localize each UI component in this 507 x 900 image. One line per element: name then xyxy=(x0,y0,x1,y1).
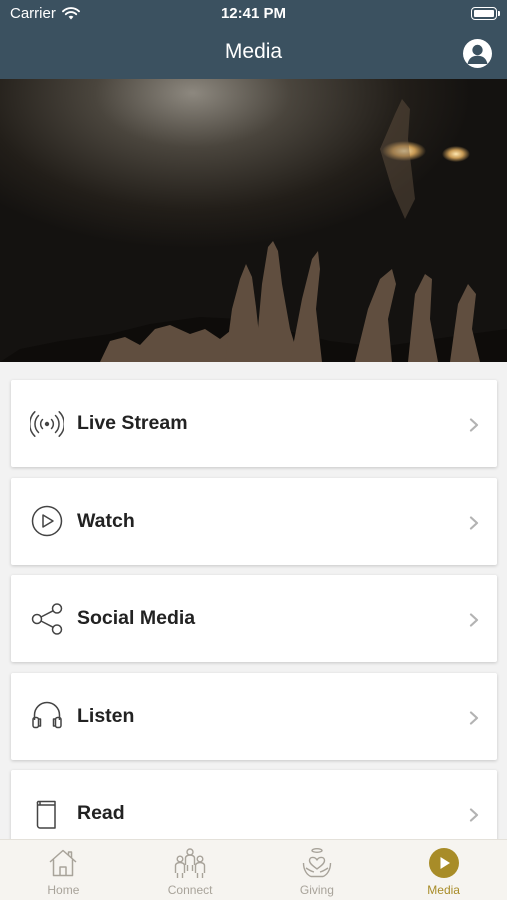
tab-media-label: Media xyxy=(427,883,460,897)
navigation-bar: Media xyxy=(0,28,507,79)
media-play-icon xyxy=(427,846,461,880)
chevron-right-icon xyxy=(469,515,479,530)
profile-button[interactable] xyxy=(463,39,492,68)
tab-connect-label: Connect xyxy=(167,883,213,897)
media-menu: Live Stream Watch Social Media Listen Re… xyxy=(11,380,497,868)
tab-home-label: Home xyxy=(47,883,80,897)
page-title: Media xyxy=(224,40,283,63)
tab-connect[interactable]: Connect xyxy=(127,840,254,900)
read-label: Read xyxy=(77,802,125,824)
chevron-right-icon xyxy=(469,710,479,725)
tab-giving-label: Giving xyxy=(299,883,334,897)
social-media-label: Social Media xyxy=(77,607,196,629)
share-icon xyxy=(30,602,64,636)
tab-home[interactable]: Home xyxy=(0,840,127,900)
tab-media[interactable]: Media xyxy=(380,840,507,900)
social-media-card[interactable]: Social Media xyxy=(11,575,497,662)
battery-icon xyxy=(471,7,500,20)
chevron-right-icon xyxy=(469,808,479,822)
people-icon xyxy=(173,846,207,880)
status-time: 12:41 PM xyxy=(220,5,287,22)
broadcast-icon xyxy=(30,407,64,441)
watch-card[interactable]: Watch xyxy=(11,477,497,565)
tab-bar: Home Connect Giving Media xyxy=(0,839,507,900)
hero-image xyxy=(0,79,507,362)
watch-label: Watch xyxy=(77,509,135,532)
play-circle-icon xyxy=(30,504,64,538)
headphones-icon xyxy=(30,699,64,733)
chevron-right-icon xyxy=(469,418,479,432)
listen-card[interactable]: Listen xyxy=(11,672,497,760)
chevron-right-icon xyxy=(469,613,479,627)
live-stream-label: Live Stream xyxy=(77,412,188,434)
giving-heart-icon xyxy=(300,846,334,880)
book-icon xyxy=(30,797,64,831)
user-icon xyxy=(467,44,488,64)
live-stream-card[interactable]: Live Stream xyxy=(11,380,497,467)
status-bar: Carrier 12:41 PM xyxy=(0,0,507,28)
tab-giving[interactable]: Giving xyxy=(254,840,381,900)
listen-label: Listen xyxy=(77,704,135,727)
home-icon xyxy=(46,846,80,880)
